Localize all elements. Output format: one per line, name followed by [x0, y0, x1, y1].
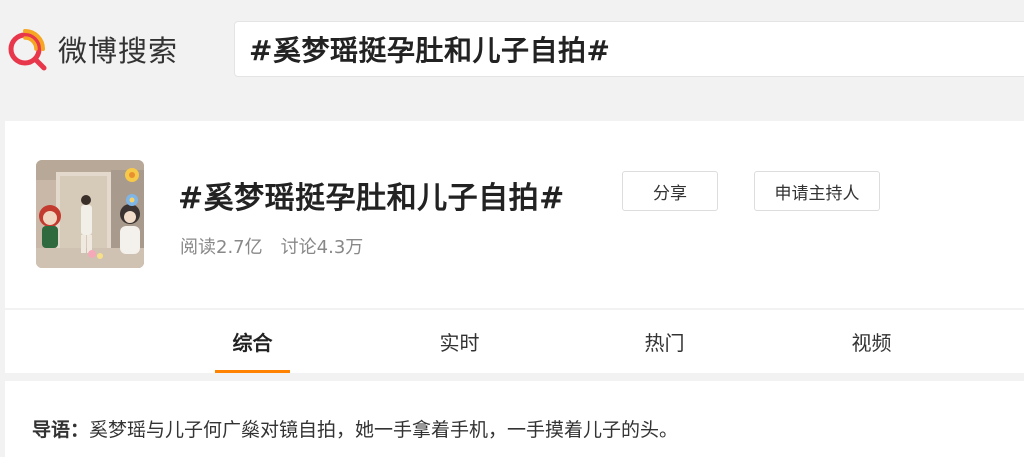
logo-text: 微博搜索 [58, 34, 179, 68]
tab-hot[interactable]: 热门 [627, 310, 702, 373]
search-box[interactable] [234, 21, 1024, 77]
read-count: 阅读2.7亿 [180, 237, 263, 258]
tab-comprehensive[interactable]: 综合 [215, 310, 290, 373]
topic-guide: 导语：奚梦瑶与儿子何广燊对镜自拍，她一手拿着手机，一手摸着儿子的头。 [5, 381, 1024, 457]
guide-label: 导语： [32, 419, 90, 441]
share-button[interactable]: 分享 [622, 171, 718, 211]
topic-card: #奚梦瑶挺孕肚和儿子自拍# 阅读2.7亿 讨论4.3万 分享 申请主持人 [5, 121, 1024, 308]
guide-text: 奚梦瑶与儿子何广燊对镜自拍，她一手拿着手机，一手摸着儿子的头。 [89, 419, 679, 441]
topic-title: #奚梦瑶挺孕肚和儿子自拍# [178, 181, 565, 216]
tab-video[interactable]: 视频 [834, 310, 909, 373]
magnifier-logo-icon [4, 25, 52, 73]
weibo-search-logo[interactable]: 微博搜索 [4, 24, 178, 74]
tab-bar: 综合 实时 热门 视频 [5, 310, 1024, 373]
apply-host-button[interactable]: 申请主持人 [754, 171, 880, 211]
tab-realtime[interactable]: 实时 [422, 310, 497, 373]
discussion-count: 讨论4.3万 [280, 237, 364, 258]
search-input[interactable] [249, 32, 1024, 66]
topic-cover-image[interactable] [36, 160, 144, 268]
topic-stats: 阅读2.7亿 讨论4.3万 [180, 233, 363, 259]
header: 微博搜索 [0, 0, 1024, 100]
